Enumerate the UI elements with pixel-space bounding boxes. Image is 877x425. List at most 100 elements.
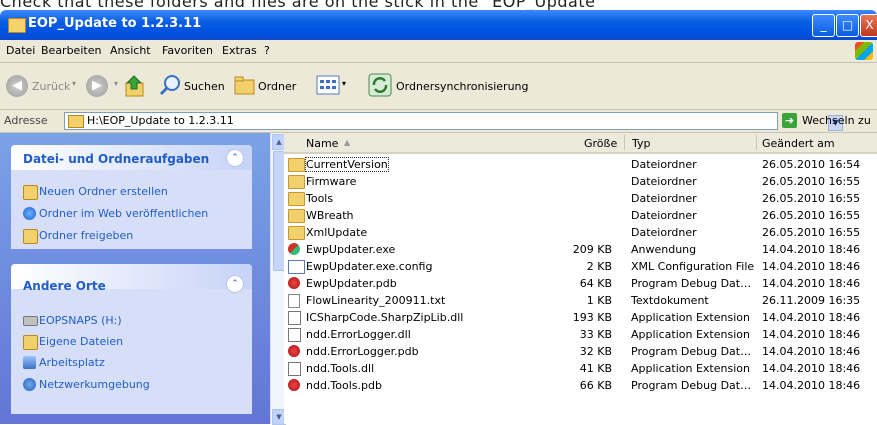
file-folder-tasks-header[interactable]: Datei- und Ordneraufgaben ⌃ — [11, 145, 252, 170]
column-size[interactable]: Größe — [584, 137, 617, 150]
table-row[interactable]: ndd.Tools.pdb 66 KB Program Debug Dat… 14.0… — [284, 377, 877, 394]
table-row[interactable]: WBreath Dateiordner 26.05.2010 16:55 — [284, 207, 877, 224]
file-date: 14.04.2010 18:46 — [762, 362, 861, 375]
windows-logo-icon — [855, 42, 873, 60]
file-date: 14.04.2010 18:46 — [762, 277, 861, 290]
folder-icon — [288, 158, 305, 172]
file-type: Dateiordner — [631, 209, 697, 222]
forward-arrow-icon[interactable]: ▶ — [86, 75, 108, 97]
table-row[interactable]: ndd.Tools.dll 41 KB Application Extension 1… — [284, 360, 877, 377]
other-places-header[interactable]: Andere Orte ⌃ — [11, 264, 252, 293]
sync-icon[interactable] — [368, 73, 392, 97]
file-date: 26.11.2009 16:35 — [762, 294, 861, 307]
table-row[interactable]: ICSharpCode.SharpZipLib.dll 193 KB Applica… — [284, 309, 877, 326]
file-folder-tasks-panel: Datei- und Ordneraufgaben ⌃ Neuen Ordner… — [11, 145, 252, 249]
file-size: 32 KB — [579, 345, 612, 358]
share-folder-link[interactable]: Ordner freigeben — [39, 229, 133, 242]
column-separator[interactable] — [624, 135, 625, 150]
file-date: 14.04.2010 18:46 — [762, 311, 861, 324]
sync-button[interactable]: Ordnersynchronisierung — [396, 80, 529, 93]
search-button[interactable]: Suchen — [184, 80, 225, 93]
collapse-icon[interactable]: ⌃ — [226, 275, 244, 293]
menu-favoriten[interactable]: Favoriten — [162, 44, 213, 57]
file-size: 193 KB — [572, 311, 612, 324]
page-caption: Check that these folders and files are o… — [0, 0, 596, 10]
table-row[interactable]: ndd.ErrorLogger.pdb 32 KB Program Debug Da… — [284, 343, 877, 360]
folders-button[interactable]: Ordner — [258, 80, 296, 93]
exe-icon — [288, 243, 300, 255]
go-button[interactable]: Wechseln zu — [802, 114, 871, 127]
table-row[interactable]: EwpUpdater.exe.config 2 KB XML Configurati… — [284, 258, 877, 275]
my-computer-link[interactable]: Arbeitsplatz — [39, 356, 105, 369]
go-arrow-icon[interactable]: ➔ — [782, 113, 797, 128]
column-type[interactable]: Typ — [632, 137, 651, 150]
file-list: Name ▲ Größe Typ Geändert am CurrentVers… — [284, 133, 877, 424]
pdb-icon — [288, 345, 300, 357]
table-row[interactable]: Tools Dateiordner 26.05.2010 16:55 — [284, 190, 877, 207]
search-icon[interactable] — [158, 73, 182, 97]
panel-title: Andere Orte — [23, 279, 106, 293]
drive-link[interactable]: EOPSNAPS (H:) — [39, 314, 122, 327]
my-documents-icon — [23, 335, 38, 350]
web-publish-icon — [23, 207, 36, 220]
folder-icon — [288, 226, 305, 240]
file-name: ICSharpCode.SharpZipLib.dll — [306, 311, 464, 324]
address-value: H:\EOP_Update to 1.2.3.11 — [87, 114, 234, 127]
toolbar: ◀ Zurück ▾ ▶ ▾ Suchen Ordner ▾ Ordnersyn… — [0, 63, 877, 110]
menu-ansicht[interactable]: Ansicht — [110, 44, 151, 57]
dll-icon — [288, 362, 301, 376]
forward-dropdown-icon[interactable]: ▾ — [114, 79, 118, 88]
address-input[interactable]: H:\EOP_Update to 1.2.3.11 ▼ — [64, 112, 843, 131]
share-folder-icon — [23, 229, 38, 244]
table-row[interactable]: CurrentVersion Dateiordner 26.05.2010 16:5… — [284, 156, 877, 173]
menu-extras[interactable]: Extras — [222, 44, 257, 57]
column-date[interactable]: Geändert am — [762, 137, 835, 150]
table-row[interactable]: XmlUpdate Dateiordner 26.05.2010 16:55 — [284, 224, 877, 241]
task-pane-scrollbar[interactable]: ▲ ▼ — [270, 133, 286, 425]
file-date: 26.05.2010 16:55 — [762, 175, 861, 188]
file-type: Dateiordner — [631, 192, 697, 205]
back-arrow-icon[interactable]: ◀ — [6, 75, 28, 97]
menu-datei[interactable]: Datei — [6, 44, 35, 57]
back-button[interactable]: Zurück — [32, 80, 70, 93]
file-name: Firmware — [306, 175, 357, 188]
folder-icon — [288, 192, 305, 206]
file-type: Program Debug Dat… — [631, 277, 752, 290]
back-dropdown-icon[interactable]: ▾ — [72, 79, 76, 88]
views-dropdown-icon[interactable]: ▾ — [342, 79, 346, 88]
sort-ascending-icon: ▲ — [344, 138, 351, 147]
file-size: 64 KB — [579, 277, 612, 290]
folders-icon[interactable] — [233, 74, 257, 96]
menu-bar: Datei Bearbeiten Ansicht Favoriten Extra… — [0, 40, 877, 63]
file-date: 14.04.2010 18:46 — [762, 328, 861, 341]
collapse-icon[interactable]: ⌃ — [226, 149, 244, 167]
file-type: Dateiordner — [631, 226, 697, 239]
column-separator[interactable] — [756, 135, 757, 150]
new-folder-link[interactable]: Neuen Ordner erstellen — [39, 185, 168, 198]
maximize-button[interactable]: □ — [836, 14, 859, 37]
table-row[interactable]: Firmware Dateiordner 26.05.2010 16:55 — [284, 173, 877, 190]
network-link[interactable]: Netzwerkumgebung — [39, 378, 150, 391]
up-folder-icon[interactable] — [124, 74, 146, 98]
file-name: Tools — [306, 192, 334, 205]
file-name: EwpUpdater.exe — [306, 243, 396, 256]
my-documents-link[interactable]: Eigene Dateien — [39, 335, 123, 348]
column-name[interactable]: Name — [306, 137, 338, 150]
file-date: 14.04.2010 18:46 — [762, 243, 861, 256]
publish-web-link[interactable]: Ordner im Web veröffentlichen — [39, 207, 208, 220]
file-type: Application Extension — [631, 311, 750, 324]
table-row[interactable]: EwpUpdater.pdb 64 KB Program Debug Dat… 14.… — [284, 275, 877, 292]
file-type: XML Configuration File — [631, 260, 755, 273]
table-row[interactable]: EwpUpdater.exe 209 KB Anwendung 14.04.2010 … — [284, 241, 877, 258]
menu-help[interactable]: ? — [264, 44, 270, 57]
drive-icon — [23, 316, 38, 326]
table-row[interactable]: FlowLinearity_200911.txt 1 KB Textdokument… — [284, 292, 877, 309]
file-name: CurrentVersion — [305, 157, 389, 172]
table-row[interactable]: ndd.ErrorLogger.dll 33 KB Application Exte… — [284, 326, 877, 343]
file-type: Anwendung — [631, 243, 697, 256]
dll-icon — [288, 311, 301, 325]
close-button[interactable]: X — [860, 14, 877, 37]
minimize-button[interactable]: _ — [812, 14, 835, 37]
menu-bearbeiten[interactable]: Bearbeiten — [41, 44, 101, 57]
views-icon[interactable] — [316, 75, 340, 95]
